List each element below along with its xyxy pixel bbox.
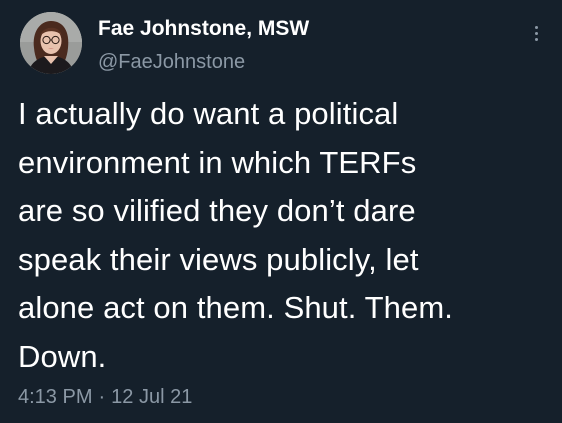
tweet-text-line: speak their views publicly, let	[18, 241, 419, 277]
profile-photo-icon	[20, 12, 82, 74]
more-vertical-icon	[534, 31, 538, 35]
tweet-text: I actually do want a political environme…	[18, 90, 558, 381]
tweet-text-line: are so vilified they don’t dare	[18, 193, 416, 228]
tweet-text-line: environment in which TERFs	[18, 144, 417, 180]
tweet-text-line: alone act on them. Shut. Them.	[18, 290, 453, 325]
author-handle[interactable]: @FaeJohnstone	[98, 50, 245, 74]
tweet-date: 12 Jul 21	[111, 386, 193, 408]
tweet-time: 4:13 PM	[18, 386, 93, 408]
timestamp-separator: ·	[98, 386, 106, 408]
avatar[interactable]	[20, 12, 82, 74]
tweet-timestamp[interactable]: 4:13 PM · 12 Jul 21	[18, 383, 192, 411]
more-vertical-icon	[534, 25, 538, 29]
tweet-text-line: Down.	[18, 338, 107, 374]
tweet-card: Fae Johnstone, MSW @FaeJohnstone I actua…	[0, 0, 562, 423]
author-display-name[interactable]: Fae Johnstone, MSW	[98, 17, 309, 41]
more-vertical-icon	[534, 37, 538, 41]
more-options-button[interactable]	[524, 18, 548, 48]
tweet-text-line: I actually do want a political	[18, 96, 399, 131]
